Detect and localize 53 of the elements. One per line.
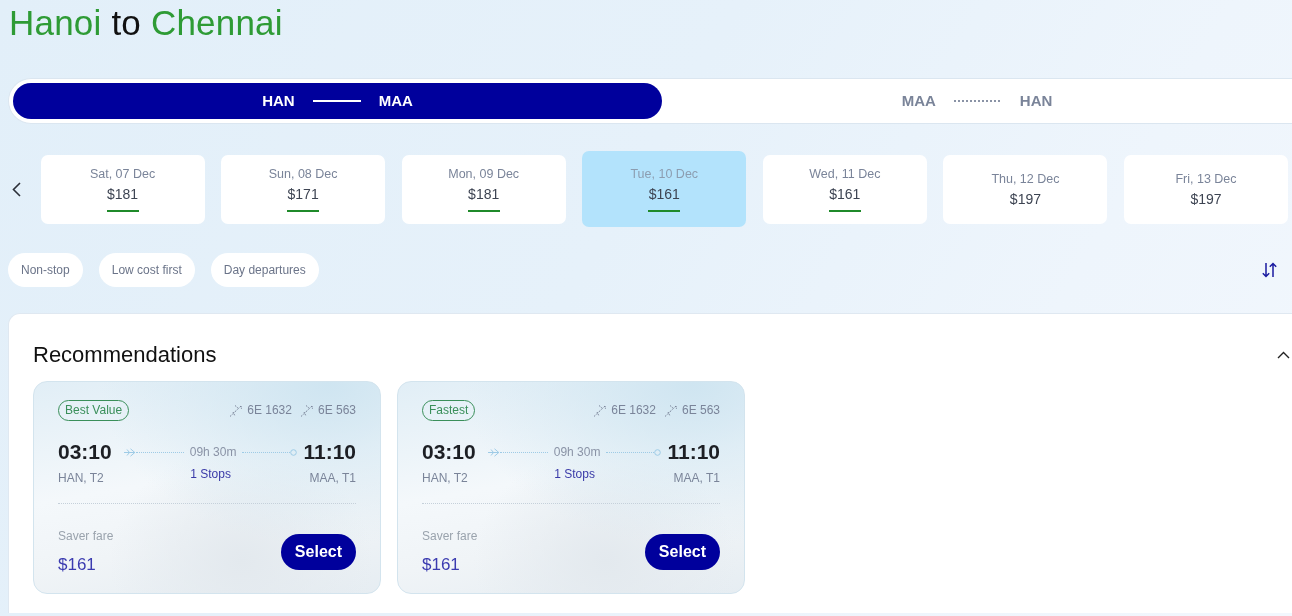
route-line: [499, 451, 548, 453]
section-title: Recommendations: [33, 342, 217, 368]
chevron-up-icon[interactable]: [1277, 351, 1290, 359]
circle-icon: [654, 448, 662, 456]
departure-time: 03:10: [422, 440, 476, 464]
arrow-icon: [123, 447, 136, 457]
date-card[interactable]: Wed, 11 Dec $161: [762, 154, 927, 224]
circle-icon: [290, 448, 298, 456]
date-card[interactable]: Thu, 12 Dec $197: [943, 154, 1108, 224]
date-card[interactable]: Sat, 07 Dec $181: [40, 154, 205, 224]
flight-number: 6E 563: [317, 403, 356, 418]
fare-type: Saver fare: [58, 528, 114, 544]
route-line: [135, 451, 184, 453]
stops-count: 1 Stops: [553, 466, 596, 482]
departure-airport: HAN, T2: [422, 470, 469, 486]
fare-price: $161: [58, 554, 97, 576]
dotted-line-icon: [953, 100, 1002, 102]
plane-icon: [299, 404, 313, 417]
filter-chip[interactable]: Low cost first: [98, 253, 195, 287]
departure-time: 03:10: [58, 440, 112, 464]
flight-number: 6E 563: [681, 403, 720, 418]
date-card[interactable]: Tue, 10 Dec $161: [582, 151, 747, 227]
arrival-airport: MAA, T1: [308, 470, 356, 486]
arrow-icon: [487, 447, 500, 457]
flight-duration: 09h 30m: [188, 444, 238, 460]
plane-icon: [593, 404, 607, 417]
route-line: [242, 451, 291, 453]
stops-count: 1 Stops: [189, 466, 232, 482]
select-button[interactable]: Select: [280, 534, 356, 570]
arrival-time: 11:10: [303, 440, 356, 464]
arrival-time: 11:10: [667, 440, 720, 464]
select-button[interactable]: Select: [644, 534, 720, 570]
filter-chip[interactable]: Non-stop: [8, 253, 83, 287]
filter-chip[interactable]: Day departures: [210, 253, 319, 287]
date-card[interactable]: Mon, 09 Dec $181: [401, 154, 566, 224]
route-tab[interactable]: HAN MAA: [13, 83, 662, 119]
date-card[interactable]: Fri, 13 Dec $197: [1123, 154, 1289, 224]
chevron-left-icon[interactable]: [11, 181, 21, 197]
flight-number: 6E 1632: [247, 403, 292, 418]
sort-icon[interactable]: [1262, 262, 1277, 278]
plane-icon: [663, 404, 677, 417]
route-tab[interactable]: MAA HAN: [661, 83, 1292, 119]
departure-airport: HAN, T2: [58, 470, 105, 486]
fare-price: $161: [422, 554, 461, 576]
flight-number: 6E 1632: [611, 403, 656, 418]
arrival-airport: MAA, T1: [672, 470, 720, 486]
page-title: Hanoi to Chennai: [9, 2, 283, 43]
date-card[interactable]: Sun, 08 Dec $171: [221, 154, 386, 224]
route-line: [606, 451, 655, 453]
flight-duration: 09h 30m: [552, 444, 602, 460]
plane-icon: [229, 404, 243, 417]
line-icon: [312, 100, 361, 102]
fare-type: Saver fare: [422, 528, 478, 544]
